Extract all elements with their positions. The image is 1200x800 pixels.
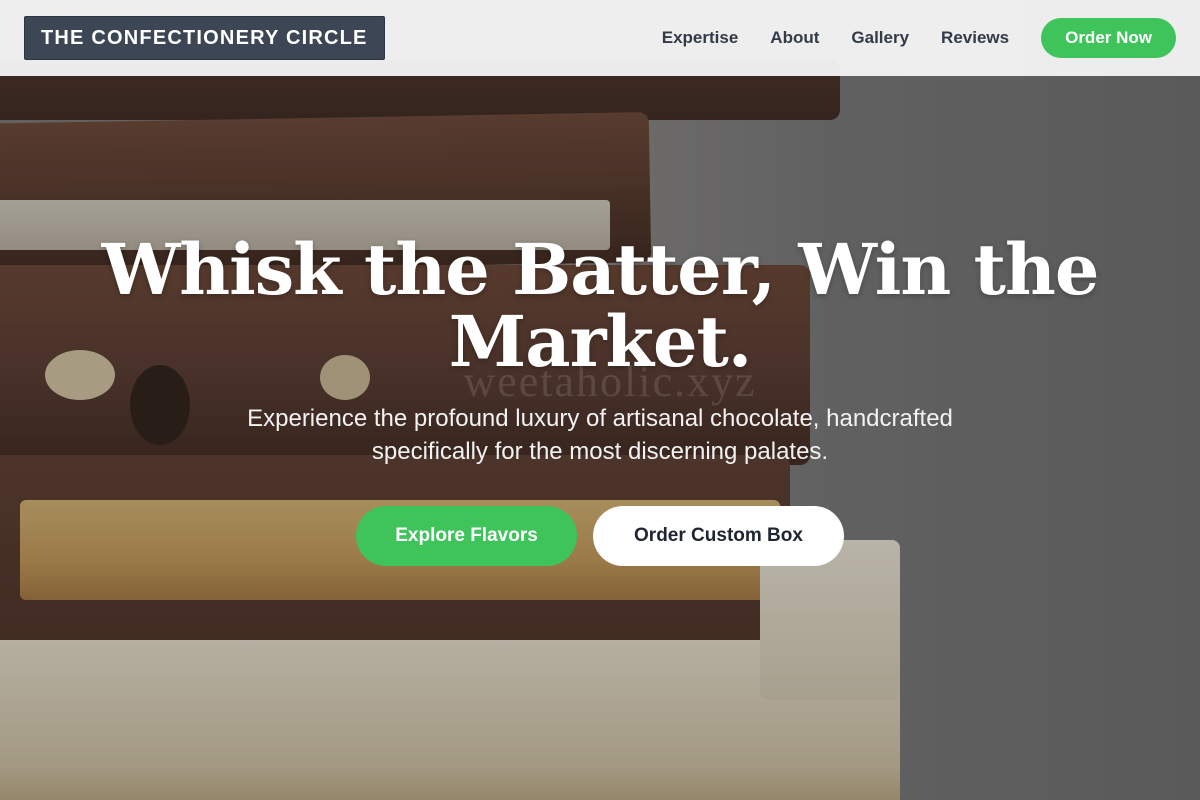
- nav-link-gallery[interactable]: Gallery: [851, 28, 909, 48]
- site-logo[interactable]: THE CONFECTIONERY CIRCLE: [24, 16, 385, 60]
- nav-link-about[interactable]: About: [770, 28, 819, 48]
- nav-link-expertise[interactable]: Expertise: [662, 28, 739, 48]
- site-header: THE CONFECTIONERY CIRCLE Expertise About…: [0, 0, 1200, 76]
- order-now-button[interactable]: Order Now: [1041, 18, 1176, 58]
- order-custom-box-button[interactable]: Order Custom Box: [593, 506, 844, 566]
- hero-section: weetaholic.xyz Whisk the Batter, Win the…: [0, 76, 1200, 800]
- nav-link-reviews[interactable]: Reviews: [941, 28, 1009, 48]
- hero-subtitle: Experience the profound luxury of artisa…: [247, 405, 953, 465]
- hero-headline: Whisk the Batter, Win the Market.: [101, 228, 1100, 383]
- explore-flavors-button[interactable]: Explore Flavors: [356, 506, 577, 566]
- main-nav: Expertise About Gallery Reviews Order No…: [630, 18, 1176, 58]
